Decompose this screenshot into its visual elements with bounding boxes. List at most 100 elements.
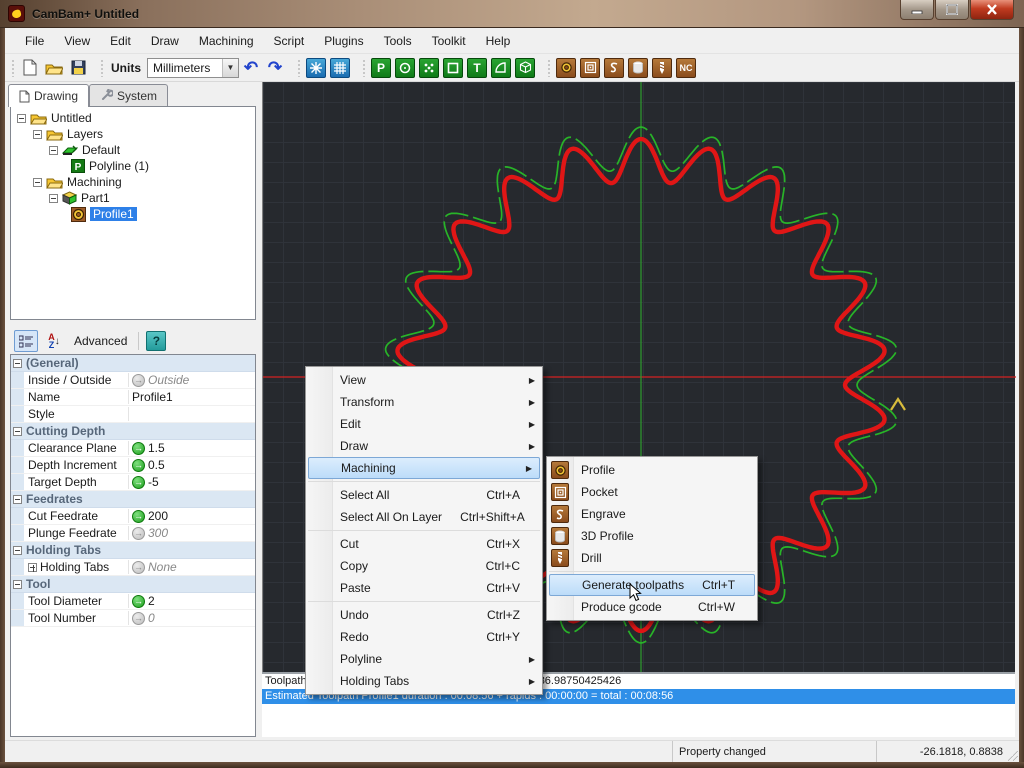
context-polyline[interactable]: Polyline▶: [306, 648, 542, 670]
menu-plugins[interactable]: Plugins: [314, 30, 373, 52]
set-value-icon[interactable]: [132, 459, 145, 472]
draw-points-button[interactable]: [418, 57, 440, 79]
save-button[interactable]: [67, 57, 89, 79]
context-cut[interactable]: CutCtrl+X: [306, 533, 542, 555]
submenu-drill[interactable]: Drill: [547, 547, 757, 569]
collapse-icon[interactable]: [17, 114, 26, 123]
property-value[interactable]: 0.5: [148, 458, 165, 472]
submenu-3d-profile[interactable]: 3D Profile: [547, 525, 757, 547]
menu-machining[interactable]: Machining: [189, 30, 264, 52]
menu-script[interactable]: Script: [264, 30, 315, 52]
collapse-icon[interactable]: [13, 495, 22, 504]
pocket-op-button[interactable]: [579, 57, 601, 79]
collapse-icon[interactable]: [13, 580, 22, 589]
draw-surface-button[interactable]: [514, 57, 536, 79]
collapse-icon[interactable]: [49, 146, 58, 155]
tab-drawing[interactable]: Drawing: [8, 84, 89, 107]
menu-view[interactable]: View: [54, 30, 100, 52]
expand-icon[interactable]: [28, 563, 37, 572]
tree-item-layers[interactable]: Layers: [15, 126, 255, 142]
property-category[interactable]: Feedrates: [11, 491, 255, 508]
property-value[interactable]: None: [148, 560, 177, 574]
close-button[interactable]: [970, 0, 1014, 20]
open-file-button[interactable]: [43, 57, 65, 79]
property-value[interactable]: 300: [148, 526, 168, 540]
collapse-icon[interactable]: [13, 427, 22, 436]
set-value-icon[interactable]: [132, 510, 145, 523]
property-category[interactable]: Cutting Depth: [11, 423, 255, 440]
property-value[interactable]: 1.5: [148, 441, 165, 455]
menu-edit[interactable]: Edit: [100, 30, 141, 52]
show-axes-button[interactable]: [305, 57, 327, 79]
menu-toolkit[interactable]: Toolkit: [422, 30, 476, 52]
categorized-view-button[interactable]: [14, 330, 38, 352]
menu-help[interactable]: Help: [476, 30, 521, 52]
property-value[interactable]: 200: [148, 509, 168, 523]
property-row[interactable]: Tool Diameter2: [11, 593, 255, 610]
tree-item-machining[interactable]: Machining: [15, 174, 255, 190]
context-draw[interactable]: Draw▶: [306, 435, 542, 457]
tab-system[interactable]: System: [89, 84, 168, 106]
collapse-icon[interactable]: [13, 546, 22, 555]
set-value-icon[interactable]: [132, 442, 145, 455]
new-file-button[interactable]: [19, 57, 41, 79]
property-row[interactable]: Depth Increment0.5: [11, 457, 255, 474]
property-row[interactable]: Tool Number0: [11, 610, 255, 627]
context-select-all-on-layer[interactable]: Select All On LayerCtrl+Shift+A: [306, 506, 542, 528]
context-undo[interactable]: UndoCtrl+Z: [306, 604, 542, 626]
context-holding-tabs[interactable]: Holding Tabs▶: [306, 670, 542, 692]
property-row[interactable]: NameProfile1: [11, 389, 255, 406]
tree-item-profile1[interactable]: Profile1: [15, 206, 255, 222]
menu-tools[interactable]: Tools: [374, 30, 422, 52]
context-edit[interactable]: Edit▶: [306, 413, 542, 435]
collapse-icon[interactable]: [33, 130, 42, 139]
property-value[interactable]: Outside: [148, 373, 189, 387]
default-value-icon[interactable]: [132, 374, 145, 387]
submenu-produce-gcode[interactable]: Produce gcodeCtrl+W: [547, 596, 757, 618]
profile-op-button[interactable]: [555, 57, 577, 79]
draw-rectangle-button[interactable]: [442, 57, 464, 79]
context-transform[interactable]: Transform▶: [306, 391, 542, 413]
engrave-op-button[interactable]: [603, 57, 625, 79]
collapse-icon[interactable]: [33, 178, 42, 187]
combo-dropdown-icon[interactable]: ▼: [222, 59, 238, 77]
advanced-button[interactable]: Advanced: [70, 330, 131, 352]
submenu-profile[interactable]: Profile: [547, 459, 757, 481]
default-value-icon[interactable]: [132, 561, 145, 574]
property-value[interactable]: -5: [148, 475, 159, 489]
property-value[interactable]: Profile1: [132, 390, 173, 404]
property-row[interactable]: Target Depth-5: [11, 474, 255, 491]
property-row[interactable]: Plunge Feedrate300: [11, 525, 255, 542]
property-category[interactable]: Holding Tabs: [11, 542, 255, 559]
context-redo[interactable]: RedoCtrl+Y: [306, 626, 542, 648]
profile3d-op-button[interactable]: [627, 57, 649, 79]
property-row[interactable]: Style: [11, 406, 255, 423]
property-row[interactable]: Holding TabsNone: [11, 559, 255, 576]
maximize-button[interactable]: [935, 0, 969, 20]
draw-polyline-button[interactable]: P: [370, 57, 392, 79]
submenu-engrave[interactable]: Engrave: [547, 503, 757, 525]
context-view[interactable]: View▶: [306, 369, 542, 391]
property-row[interactable]: Clearance Plane1.5: [11, 440, 255, 457]
context-copy[interactable]: CopyCtrl+C: [306, 555, 542, 577]
context-paste[interactable]: PasteCtrl+V: [306, 577, 542, 599]
gcode-op-button[interactable]: NC: [675, 57, 697, 79]
drill-op-button[interactable]: [651, 57, 673, 79]
property-row[interactable]: Inside / OutsideOutside: [11, 372, 255, 389]
set-value-icon[interactable]: [132, 476, 145, 489]
submenu-generate-toolpaths[interactable]: Generate toolpathsCtrl+T: [549, 574, 755, 596]
default-value-icon[interactable]: [132, 612, 145, 625]
submenu-pocket[interactable]: Pocket: [547, 481, 757, 503]
help-button[interactable]: ?: [146, 331, 166, 351]
collapse-icon[interactable]: [49, 194, 58, 203]
redo-button[interactable]: ↷: [264, 57, 286, 79]
draw-arc-button[interactable]: [490, 57, 512, 79]
show-grid-button[interactable]: [329, 57, 351, 79]
property-category[interactable]: Tool: [11, 576, 255, 593]
property-value[interactable]: 0: [148, 611, 155, 625]
property-value[interactable]: 2: [148, 594, 155, 608]
collapse-icon[interactable]: [13, 359, 22, 368]
tree-item-part1[interactable]: Part1: [15, 190, 255, 206]
alphabetical-sort-button[interactable]: AZ↓: [42, 330, 66, 352]
minimize-button[interactable]: [900, 0, 934, 20]
